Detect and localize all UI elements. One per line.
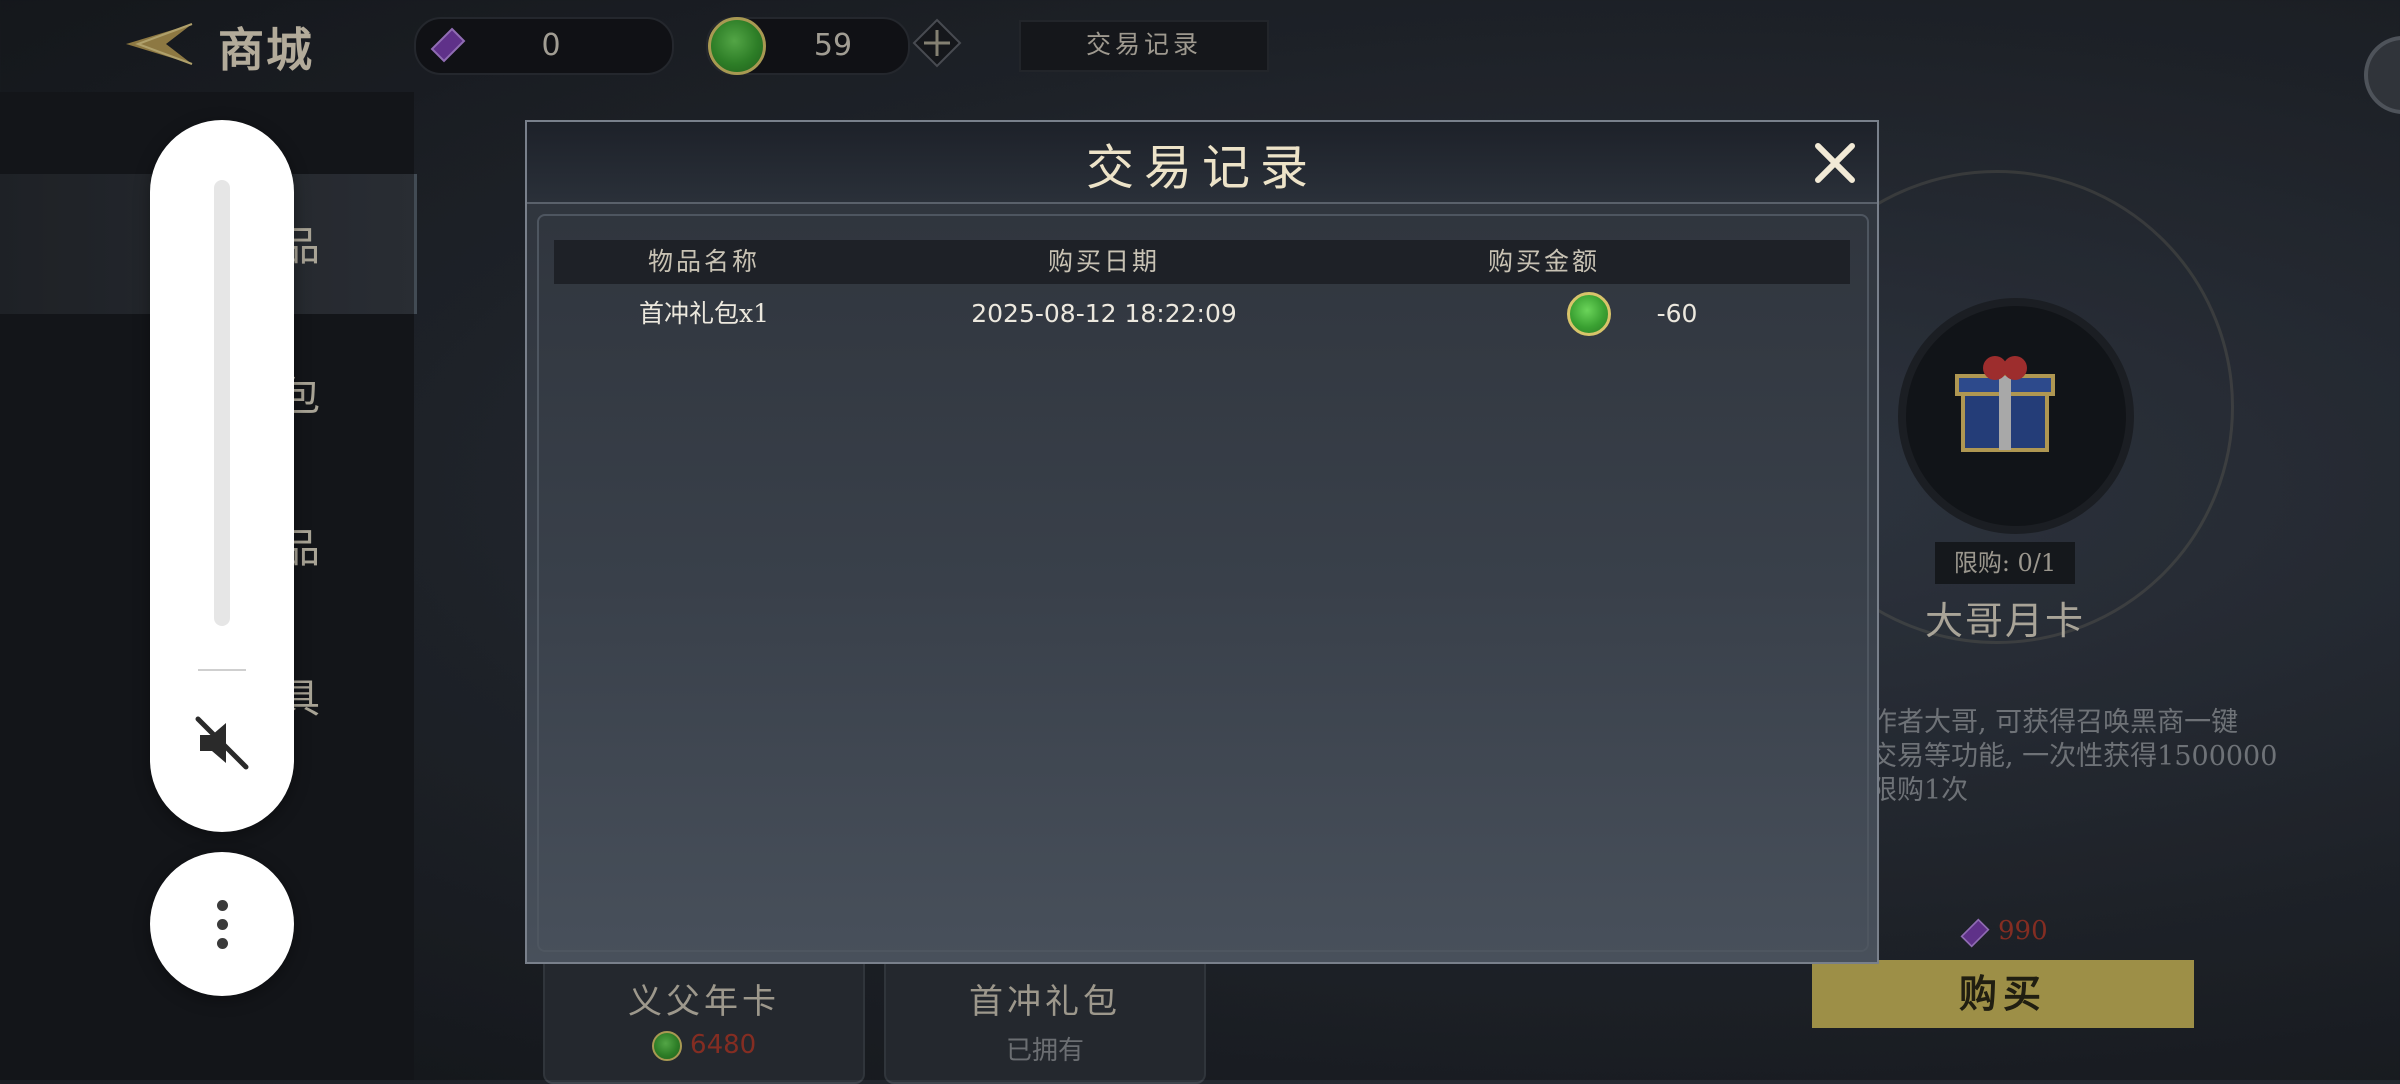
row-purchase-date: 2025-08-12 18:22:09 — [971, 299, 1237, 328]
row-item-name: 首冲礼包x1 — [638, 299, 769, 328]
transaction-records-dialog: 交易记录 物品名称 购买日期 购买金额 首冲礼包x1 2025-08-12 18… — [525, 120, 1879, 964]
more-vertical-icon — [217, 900, 228, 911]
volume-divider — [198, 669, 246, 671]
volume-slider[interactable] — [214, 180, 230, 626]
green-coin-icon — [1567, 292, 1611, 336]
volume-panel — [150, 120, 294, 832]
column-header-purchase-amount: 购买金额 — [1487, 247, 1600, 276]
dialog-header: 交易记录 — [527, 122, 1877, 204]
mute-icon[interactable] — [192, 713, 252, 773]
dialog-title: 交易记录 — [1085, 140, 1318, 196]
records-table-header: 物品名称 购买日期 购买金额 — [554, 240, 1850, 284]
close-icon[interactable] — [1810, 138, 1860, 188]
column-header-item-name: 物品名称 — [647, 247, 760, 276]
more-vertical-icon — [217, 919, 228, 930]
more-options-button[interactable] — [150, 852, 294, 996]
row-purchase-amount: -60 — [1656, 299, 1698, 328]
column-header-purchase-date: 购买日期 — [1047, 247, 1160, 276]
more-vertical-icon — [217, 938, 228, 949]
